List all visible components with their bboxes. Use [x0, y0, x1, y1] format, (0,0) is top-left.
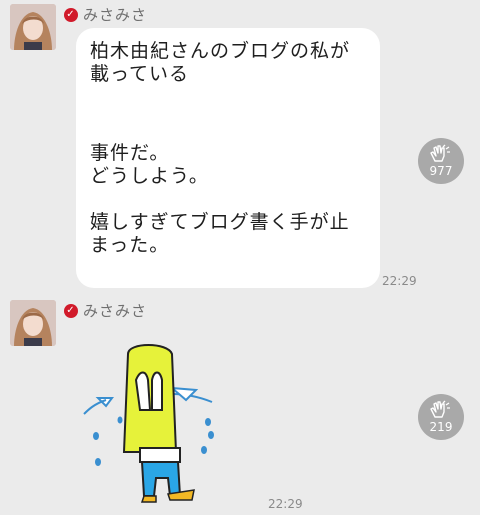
message-timestamp: 22:29	[382, 274, 417, 288]
sender-name: ✓ みさみさ	[64, 300, 147, 321]
clap-count: 977	[429, 164, 453, 178]
avatar[interactable]	[10, 4, 56, 50]
check-badge-icon: ✓	[64, 303, 78, 318]
sender-name: ✓ みさみさ	[64, 4, 147, 25]
clapping-hands-icon	[430, 144, 450, 162]
check-badge-icon: ✓	[64, 7, 78, 22]
clap-button[interactable]: 977	[418, 138, 464, 184]
sender-label: みさみさ	[83, 6, 148, 24]
avatar[interactable]	[10, 300, 56, 346]
clap-button[interactable]: 219	[418, 394, 464, 440]
clapping-hands-icon	[430, 400, 450, 418]
message-text-3: 嬉しすぎてブログ書く手が止 まった。	[90, 211, 350, 256]
crying-girl-sticker[interactable]	[76, 340, 226, 505]
clap-count: 219	[429, 420, 453, 434]
sender-label: みさみさ	[83, 302, 148, 320]
message-bubble[interactable]: 柏木由紀さんのブログの私が 載っている 事件だ。 どうしよう。 嬉しすぎてブログ…	[76, 28, 380, 288]
message-timestamp: 22:29	[268, 497, 303, 511]
message-text-2: 事件だ。 どうしよう。	[90, 142, 209, 187]
message-text-1: 柏木由紀さんのブログの私が 載っている	[90, 40, 351, 85]
